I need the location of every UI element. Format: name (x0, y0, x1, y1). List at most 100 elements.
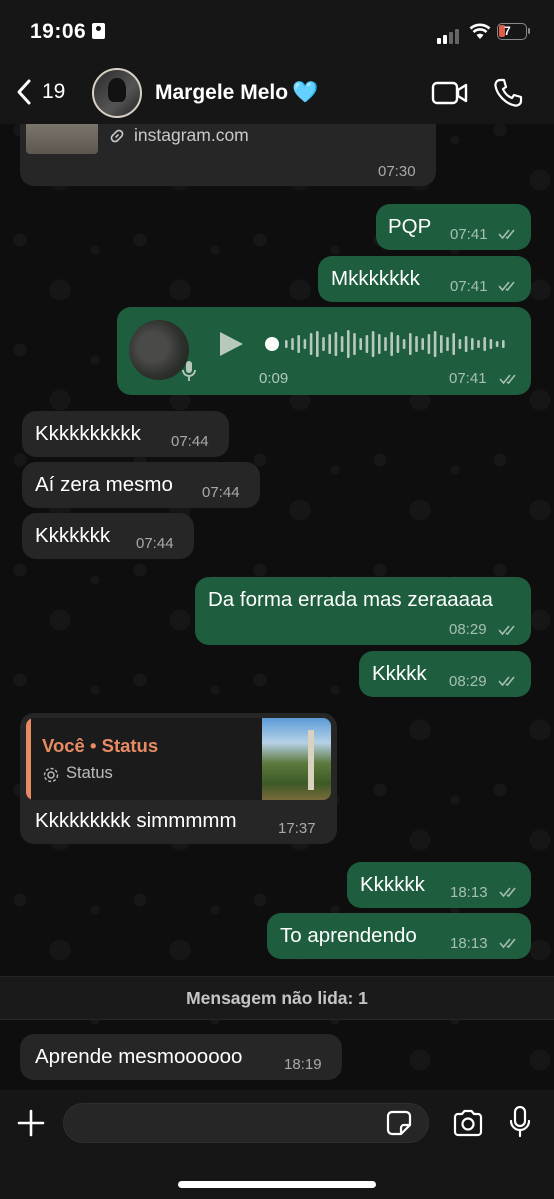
waveform-bar (452, 333, 455, 355)
message-time: 18:19 (284, 1056, 322, 1073)
unread-label: Mensagem não lida: 1 (186, 988, 368, 1008)
link-domain[interactable]: instagram.com (134, 125, 249, 146)
message-time: 08:29 (449, 621, 487, 638)
camera-icon[interactable] (452, 1109, 484, 1137)
message-time: 07:44 (171, 433, 209, 450)
message-text: Kkkkkk (360, 873, 425, 896)
waveform-bar (489, 339, 493, 349)
outgoing-message[interactable]: Kkkkk 08:29 (359, 651, 531, 697)
read-ticks-icon (498, 625, 515, 636)
waveform-bar (440, 335, 443, 353)
home-indicator (178, 1181, 376, 1188)
status-icon (43, 767, 59, 783)
outgoing-message[interactable]: To aprendendo 18:13 (267, 913, 531, 959)
read-ticks-icon (499, 887, 516, 898)
video-call-icon[interactable] (431, 80, 469, 106)
waveform-bar (477, 340, 480, 348)
waveform-bar (502, 340, 505, 348)
message-text: Kkkkkkkkk simmmmm (35, 809, 237, 832)
waveform-bar (458, 339, 462, 349)
message-text: PQP (388, 215, 432, 238)
outgoing-message[interactable]: PQP 07:41 (376, 204, 531, 250)
back-chevron-icon (17, 79, 31, 105)
voice-message[interactable]: 0:09 07:41 (117, 307, 531, 395)
waveform-bar (303, 339, 307, 349)
waveform-bar (446, 337, 449, 351)
phone-icon[interactable] (492, 77, 524, 109)
waveform-bar (334, 332, 338, 356)
waveform-bar (471, 338, 474, 350)
message-time: 18:13 (450, 884, 488, 901)
waveform-bar (384, 337, 387, 351)
waveform-bar (353, 333, 356, 355)
unread-chats-count: 19 (42, 80, 66, 103)
message-time: 07:41 (449, 370, 487, 387)
outgoing-message[interactable]: Kkkkkk 18:13 (347, 862, 531, 908)
message-text: Kkkkk (372, 662, 427, 685)
wifi-icon (469, 23, 491, 39)
status-time: 19:06 (30, 20, 106, 44)
read-ticks-icon (499, 938, 516, 949)
waveform-bar (347, 330, 350, 358)
waveform-bar (495, 341, 499, 347)
waveform-bar (464, 336, 468, 352)
mic-icon[interactable] (508, 1105, 532, 1139)
waveform-bar (409, 333, 412, 355)
play-icon[interactable] (220, 332, 243, 356)
link-thumbnail (26, 124, 98, 154)
back-button[interactable]: 19 (14, 78, 65, 106)
signal-icon (437, 26, 461, 44)
message-time: 07:44 (202, 484, 240, 501)
waveform-bar (291, 338, 294, 350)
waveform-bar (402, 339, 406, 349)
message-text: Kkkkkkk (35, 524, 111, 547)
battery-level: 7 (504, 24, 511, 38)
read-ticks-icon (498, 281, 515, 292)
message-time: 07:30 (378, 163, 416, 180)
status-reply-message[interactable]: Você • Status Status Kkkkkkkkk simmmmm 1… (20, 713, 337, 844)
contact-avatar[interactable] (92, 68, 142, 118)
link-preview-message[interactable]: instagram.com 07:30 (20, 124, 436, 186)
waveform-bar (316, 331, 319, 357)
battery-icon: 7 (497, 23, 530, 40)
waveform-bar (322, 337, 325, 351)
incoming-message[interactable]: Aí zera mesmo 07:44 (22, 462, 260, 508)
contact-name[interactable]: Margele Melo 🩵 (155, 81, 318, 105)
waveform-bar (433, 331, 437, 357)
reply-subtitle: Status (66, 764, 113, 782)
reply-title: Você • Status (42, 735, 159, 756)
waveform-bar (396, 335, 400, 353)
waveform-bar (415, 336, 418, 352)
message-text: Mkkkkkkk (331, 267, 420, 290)
message-input[interactable] (63, 1103, 429, 1143)
waveform-bar (285, 340, 288, 348)
mic-icon (182, 361, 196, 381)
plus-icon[interactable] (16, 1108, 46, 1138)
waveform-bar (365, 335, 369, 353)
message-text: Kkkkkkkkkk (35, 422, 141, 445)
reply-accent-bar (26, 718, 31, 800)
waveform-bar (309, 333, 313, 355)
waveform-bar (390, 332, 393, 356)
read-ticks-icon (498, 676, 515, 687)
waveform-bar (421, 338, 424, 350)
incoming-message[interactable]: Kkkkkkkkkk 07:44 (22, 411, 229, 457)
sticker-icon[interactable] (386, 1110, 412, 1136)
voice-waveform[interactable] (265, 328, 515, 360)
waveform-bar (297, 335, 300, 353)
waveform-bar (359, 338, 362, 350)
incoming-message[interactable]: Kkkkkkk 07:44 (22, 513, 194, 559)
message-time: 17:37 (278, 820, 316, 837)
outgoing-message[interactable]: Mkkkkkkk 07:41 (318, 256, 531, 302)
link-icon (110, 129, 124, 143)
incoming-message[interactable]: Aprende mesmoooooo 18:19 (20, 1034, 342, 1080)
chat-header: 19 Margele Melo 🩵 (0, 62, 554, 124)
waveform-bar (328, 334, 331, 354)
heart-emoji: 🩵 (292, 81, 319, 104)
voice-duration: 0:09 (259, 370, 289, 387)
outgoing-message[interactable]: Da forma errada mas zeraaaaa 08:29 (195, 577, 531, 645)
quoted-status[interactable]: Você • Status Status (26, 718, 331, 800)
message-time: 07:41 (450, 278, 488, 295)
message-time: 07:41 (450, 226, 488, 243)
waveform-bar (427, 334, 431, 354)
